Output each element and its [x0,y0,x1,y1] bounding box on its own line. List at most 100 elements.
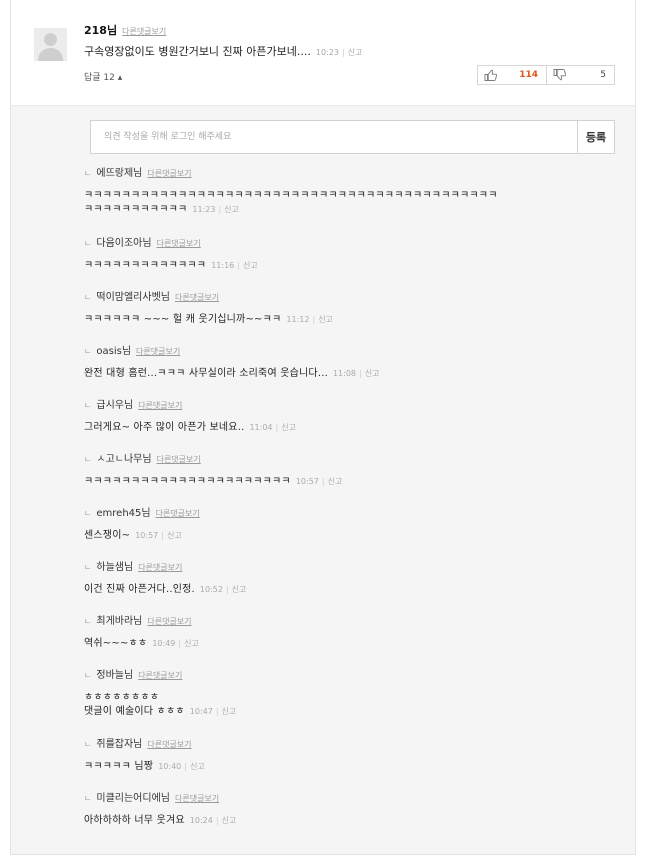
report-link[interactable]: 신고 [348,48,363,57]
reply-arrow-icon: ㄴ [84,455,92,464]
reply-author[interactable]: 에뜨랑제님 [96,168,142,179]
reply-item: ㄴ 떡이맘엘리사벳님 다른댓글보기 ㅋㅋㅋㅋㅋㅋ ~~~ 헐 캐 웃기십니까~~ㅋㅋ… [84,291,333,327]
reply-body: 아하하하하 너무 웃겨요 10:24 | 신고 [84,814,236,828]
reply-time: 11:16 [211,261,235,270]
reply-header: ㄴ 급시우님 다른댓글보기 [84,399,296,413]
upvote-button[interactable]: 114 [478,66,546,84]
reply-time: 11:04 [249,423,273,432]
more-comments-link[interactable]: 다른댓글보기 [138,671,182,680]
reply-time: 10:57 [135,531,159,540]
submit-button[interactable]: 등록 [577,121,614,153]
reply-text: ㅋㅋㅋㅋㅋㅋㅋㅋㅋㅋㅋㅋㅋ [84,260,207,271]
report-link[interactable]: 신고 [232,585,247,594]
reply-header: ㄴ 쥐를잡자님 다른댓글보기 [84,738,205,752]
separator: | [184,762,187,771]
reply-text: ㅋㅋㅋㅋㅋㅋㅋㅋㅋㅋㅋㅋㅋㅋㅋㅋㅋㅋㅋㅋㅋㅋ [84,476,291,487]
reply-arrow-icon: ㄴ [84,671,92,680]
reply-item: ㄴㅅ고ㄴ나무님 다른댓글보기 ㅋㅋㅋㅋㅋㅋㅋㅋㅋㅋㅋㅋㅋㅋㅋㅋㅋㅋㅋㅋㅋㅋ 10:5… [84,453,342,489]
more-comments-link[interactable]: 다른댓글보기 [147,740,191,749]
reply-input-box: 등록 [90,120,615,154]
more-comments-link[interactable]: 다른댓글보기 [157,239,201,248]
reply-time: 10:24 [189,816,213,825]
report-link[interactable]: 신고 [190,762,205,771]
more-comments-link[interactable]: 다른댓글보기 [138,401,182,410]
report-link[interactable]: 신고 [184,639,199,648]
reply-author[interactable]: 정바늘님 [96,670,133,681]
more-comments-link[interactable]: 다른댓글보기 [156,509,200,518]
reply-time: 10:57 [295,477,319,486]
reply-header: ㄴ 떡이맘엘리사벳님 다른댓글보기 [84,291,333,305]
separator: | [312,315,316,324]
reply-author[interactable]: 쥐를잡자님 [96,739,142,750]
downvote-button[interactable]: 5 [545,66,614,84]
report-link[interactable]: 신고 [365,369,380,378]
report-link[interactable]: 신고 [281,423,296,432]
comment-thread: 218님 다른댓글보기 구속영장없이도 병원간거보니 진짜 아픈가보네.... 10… [10,0,636,855]
reply-author[interactable]: 급시우님 [96,400,133,411]
comment-body: 구속영장없이도 병원간거보니 진짜 아픈가보네.... 10:23 | 신고 [84,43,362,59]
report-link[interactable]: 신고 [167,531,182,540]
main-comment: 218님 다른댓글보기 구속영장없이도 병원간거보니 진짜 아픈가보네.... 10… [11,0,635,105]
reply-arrow-icon: ㄴ [84,239,92,248]
reply-header: ㄴ 에뜨랑제님 다른댓글보기 [84,167,498,181]
more-comments-link[interactable]: 다른댓글보기 [147,169,191,178]
reply-time: 11:12 [286,315,310,324]
reply-arrow-icon: ㄴ [84,347,92,356]
reply-body: 역쉬~~~ㅎㅎ 10:49 | 신고 [84,637,199,651]
author-name[interactable]: 218님 [84,24,117,37]
separator: | [237,261,240,270]
reply-header: ㄴ emreh45님 다른댓글보기 [84,507,200,521]
reply-author[interactable]: oasis님 [96,346,131,357]
reply-author[interactable]: 최게바라님 [96,616,142,627]
more-comments-link[interactable]: 다른댓글보기 [175,794,219,803]
report-link[interactable]: 신고 [222,707,237,716]
more-comments-link[interactable]: 다른댓글보기 [122,27,166,36]
reply-time: 11:08 [332,369,357,378]
reply-author[interactable]: 하늘샘님 [96,562,133,573]
report-link[interactable]: 신고 [328,477,343,486]
reply-time: 11:23 [192,205,216,214]
reply-author[interactable]: 떡이맘엘리사벳님 [96,292,170,303]
reply-author[interactable]: 다음이조아님 [96,238,151,249]
reply-body: 이건 진짜 아픈거다..인정. 10:52 | 신고 [84,583,246,597]
report-link[interactable]: 신고 [224,205,239,214]
separator: | [215,707,219,716]
reply-header: ㄴ 다음이조아님 다른댓글보기 [84,237,258,251]
downvote-count: 5 [600,70,606,80]
reply-body: ㅋㅋㅋㅋㅋ 님짱 10:40 | 신고 [84,760,205,774]
reply-item: ㄴ 정바늘님 다른댓글보기 ㅎㅎㅎㅎㅎㅎㅎㅎ 댓글이 예술이다 ㅎㅎㅎ 10:47 | 신… [84,669,236,719]
reply-item: ㄴ oasis님 다른댓글보기 완전 대형 홈런...ㅋㅋㅋ 사무실이라 소리죽여 … [84,345,379,381]
more-comments-link[interactable]: 다른댓글보기 [175,293,219,302]
thumbs-up-icon [484,69,497,81]
report-link[interactable]: 신고 [318,315,333,324]
reply-arrow-icon: ㄴ [84,401,92,410]
reply-header: ㄴ 정바늘님 다른댓글보기 [84,669,236,683]
reply-text: 이건 진짜 아픈거다..인정. [84,584,195,595]
reply-input[interactable] [91,121,579,153]
reply-header: ㄴ 하늘샘님 다른댓글보기 [84,561,246,575]
reply-author[interactable]: ㅅ고ㄴ나무님 [96,454,151,465]
reply-item: ㄴ 급시우님 다른댓글보기 그러게요~ 아주 많이 아픈가 보네요.. 11:04 | 신… [84,399,296,435]
reply-count-toggle[interactable]: 답글 12 ▴ [84,70,122,83]
separator: | [321,477,325,486]
reply-arrow-icon: ㄴ [84,293,92,302]
reply-arrow-icon: ㄴ [84,794,92,803]
more-comments-link[interactable]: 다른댓글보기 [157,455,201,464]
reply-author[interactable]: 미클리는어디에님 [96,793,170,804]
report-link[interactable]: 신고 [243,261,258,270]
reply-item: ㄴ 미클리는어디에님 다른댓글보기 아하하하하 너무 웃겨요 10:24 | 신고 [84,792,236,828]
reply-arrow-icon: ㄴ [84,509,92,518]
more-comments-link[interactable]: 다른댓글보기 [138,563,182,572]
reply-text: 그러게요~ 아주 많이 아픈가 보네요.. [84,422,245,433]
reply-header: ㄴㅅ고ㄴ나무님 다른댓글보기 [84,453,342,467]
reply-author[interactable]: emreh45님 [96,508,150,519]
more-comments-link[interactable]: 다른댓글보기 [147,617,191,626]
report-link[interactable]: 신고 [222,816,237,825]
reply-section: 등록 ㄴ에뜨랑제님다른댓글보기 ㅋㅋㅋㅋㅋㅋㅋㅋㅋㅋㅋㅋㅋㅋㅋㅋㅋㅋㅋㅋㅋㅋㅋㅋ… [11,105,635,854]
comment-time: 10:23 [315,48,339,57]
avatar-body-shape [38,48,63,61]
more-comments-link[interactable]: 다른댓글보기 [136,347,180,356]
reply-header: ㄴ 미클리는어디에님 다른댓글보기 [84,792,236,806]
separator: | [161,531,164,540]
comment-author: 218님 다른댓글보기 [84,22,166,38]
